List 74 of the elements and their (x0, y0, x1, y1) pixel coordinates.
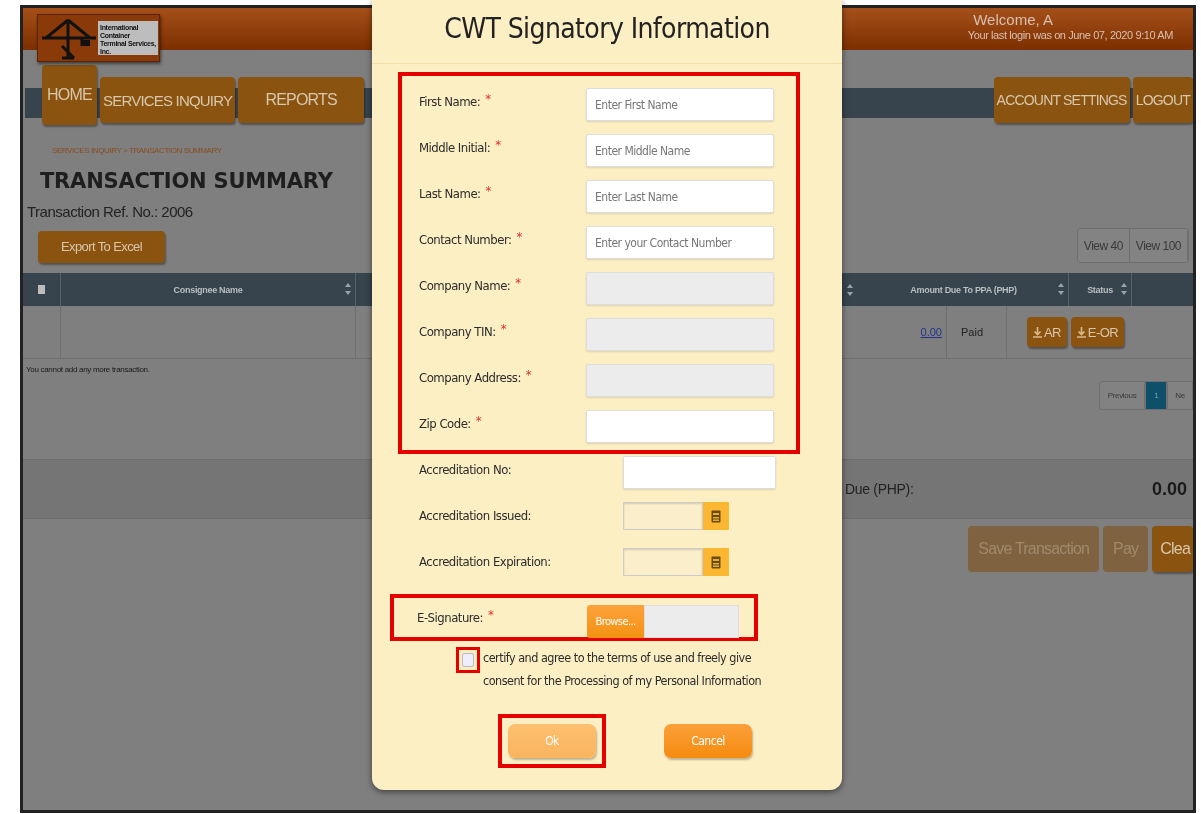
view-button[interactable]: View 100 (1129, 229, 1188, 262)
field-label: Company Address: (419, 370, 521, 385)
page-button[interactable]: Ne (1167, 381, 1193, 410)
required-marker: * (485, 183, 492, 198)
input-field[interactable] (586, 410, 774, 443)
reference-number: Transaction Ref. No.: 2006 (27, 203, 193, 220)
input-field[interactable] (586, 318, 774, 351)
date-field[interactable] (623, 548, 703, 576)
view-button[interactable]: View 40 (1077, 229, 1130, 262)
column-header[interactable]: Status (1087, 284, 1113, 295)
sort-icon[interactable] (345, 283, 351, 295)
cancel-button[interactable]: Cancel (664, 724, 752, 758)
amount-link[interactable]: 0.00 (920, 326, 942, 338)
sort-icon[interactable] (1121, 283, 1127, 295)
field-label: Accreditation Issued: (419, 508, 531, 523)
nav-tab[interactable]: SERVICES INQUIRY (100, 77, 236, 123)
required-marker: * (495, 137, 502, 152)
required-marker: * (516, 229, 523, 244)
last-login-text: Your last login was on June 07, 2020 9:10 AM (967, 28, 1173, 42)
input-field[interactable] (586, 364, 774, 397)
field-label: E-Signature: (417, 610, 483, 625)
download-icon (1033, 326, 1042, 338)
sort-icon[interactable] (1058, 283, 1064, 295)
file-name-field[interactable] (644, 605, 739, 638)
field-label: Accreditation No: (419, 462, 512, 477)
date-field[interactable] (623, 502, 703, 530)
action-button[interactable]: Clea (1152, 526, 1193, 572)
column-header[interactable]: Consignee Name (173, 284, 243, 295)
download-button[interactable]: E-OR (1070, 317, 1124, 347)
required-marker: * (500, 321, 507, 336)
status-text: Paid (961, 326, 984, 338)
breadcrumb: SERVICES INQUIRY > TRANSACTION SUMMARY (52, 146, 222, 155)
nav-tab[interactable]: LOGOUT (1132, 77, 1193, 123)
select-all-checkbox[interactable] (38, 285, 45, 294)
page-button[interactable]: Previous (1098, 381, 1146, 410)
required-marker: * (475, 413, 482, 428)
column-header[interactable]: Amount Due To PPA (PHP) (910, 284, 1017, 295)
field-label: Contact Number: (419, 232, 512, 247)
field-label: Zip Code: (419, 416, 471, 431)
consent-text: certify and agree to the terms of use and freely give consent for the Processing of my Personal Information (483, 649, 763, 690)
browse-button[interactable]: Browse... (587, 605, 644, 638)
welcome-text: Welcome, A (972, 12, 1054, 28)
dialog-title: CWT Signatory Information (443, 12, 771, 45)
page-button[interactable]: 1 (1145, 381, 1168, 410)
input-field[interactable]: Enter your Contact Number (586, 226, 774, 259)
input-field[interactable]: Enter Middle Name (586, 134, 774, 167)
required-marker: * (525, 367, 532, 382)
input-field[interactable]: Enter Last Name (586, 180, 774, 213)
nav-tab[interactable]: HOME (42, 65, 97, 125)
info-text: You cannot add any more transaction. (26, 365, 150, 374)
sort-icon[interactable] (847, 283, 853, 296)
nav-tab[interactable]: REPORTS (238, 77, 365, 123)
field-label: Accreditation Expiration: (419, 554, 551, 569)
field-label: Middle Initial: (419, 140, 491, 155)
field-label: Last Name: (419, 186, 481, 201)
nav-tab[interactable]: ACCOUNT SETTINGS (993, 77, 1130, 123)
input-field[interactable]: Enter First Name (586, 88, 774, 121)
required-marker: * (515, 275, 522, 290)
calendar-icon[interactable] (703, 548, 729, 576)
consent-checkbox[interactable] (462, 653, 474, 667)
field-label: First Name: (419, 94, 481, 109)
page-title: TRANSACTION SUMMARY (40, 169, 333, 193)
field-label: Company TIN: (419, 324, 496, 339)
input-field[interactable] (586, 272, 774, 305)
download-button[interactable]: AR (1027, 317, 1067, 347)
export-button[interactable]: Export To Excel (38, 230, 165, 263)
total-value: 0.00 (1151, 478, 1187, 500)
total-label: Due (PHP): (845, 481, 914, 497)
download-icon (1076, 326, 1086, 338)
calendar-icon[interactable] (703, 502, 729, 530)
input-field[interactable] (623, 456, 776, 489)
field-label: Company Name: (419, 278, 511, 293)
required-marker: * (485, 91, 492, 106)
required-marker: * (487, 607, 494, 622)
